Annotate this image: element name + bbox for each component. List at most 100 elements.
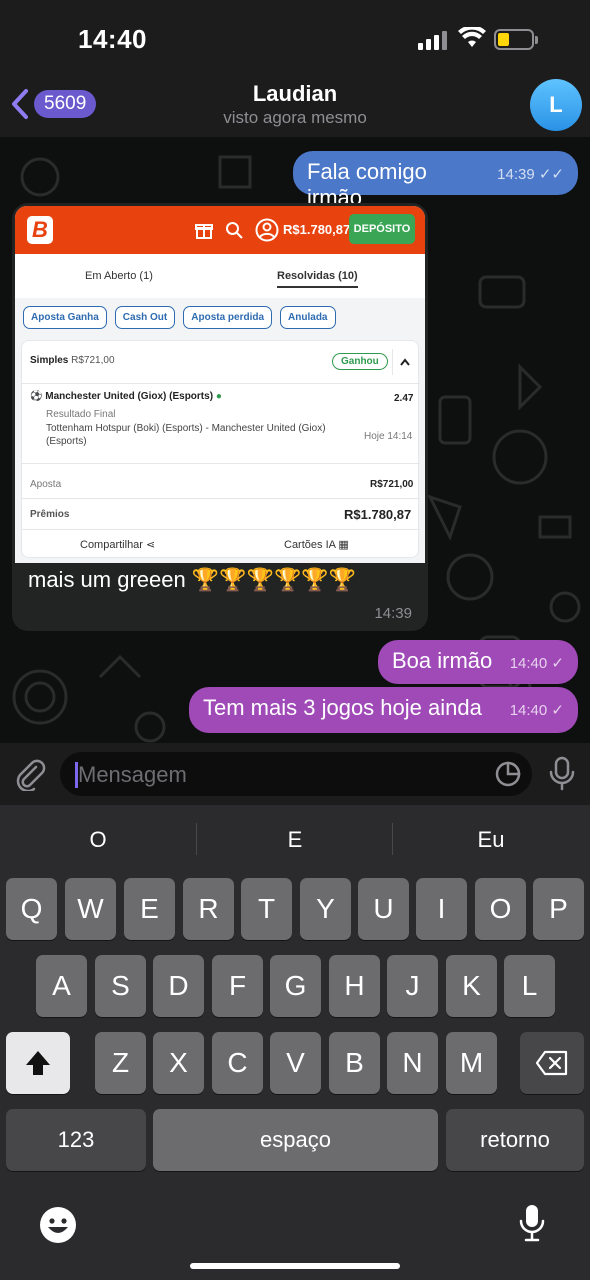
shift-arrow-icon	[26, 1051, 50, 1075]
key-b[interactable]: B	[329, 1032, 380, 1094]
bet-inline-amount: R$721,00	[71, 355, 115, 366]
key-h[interactable]: H	[329, 955, 380, 1017]
filter-chips: Aposta Ganha Cash Out Aposta perdida Anu…	[23, 306, 336, 329]
key-t[interactable]: T	[241, 878, 292, 940]
message-caption: mais um greeen 🏆🏆🏆🏆🏆🏆	[28, 567, 357, 592]
key-z[interactable]: Z	[95, 1032, 146, 1094]
grid-icon: ▦	[338, 539, 349, 551]
paperclip-icon[interactable]	[14, 757, 46, 791]
deposit-button: DEPÓSITO	[349, 214, 415, 244]
collapse-control	[392, 349, 416, 375]
selection-name: Manchester United (Giox) (Esports)	[45, 391, 214, 402]
key-y[interactable]: Y	[300, 878, 351, 940]
microphone-icon[interactable]	[548, 756, 576, 792]
wifi-icon	[458, 27, 486, 47]
emoji-icon[interactable]	[38, 1205, 78, 1245]
dictation-mic-icon[interactable]	[518, 1203, 546, 1243]
key-g[interactable]: G	[270, 955, 321, 1017]
chat-header: 5609 Laudian visto agora mesmo L	[0, 75, 590, 137]
key-n[interactable]: N	[387, 1032, 438, 1094]
outgoing-message[interactable]: Tem mais 3 jogos hoje ainda 14:40 ✓	[189, 687, 578, 733]
check-circle-icon: ●	[215, 391, 222, 402]
share-link: Compartilhar ⋖	[80, 539, 156, 551]
status-badge: Ganhou	[332, 353, 388, 370]
key-v[interactable]: V	[270, 1032, 321, 1094]
message-time: 14:40 ✓	[509, 702, 564, 719]
odds-value: 2.47	[394, 393, 414, 404]
bet-screenshot-image[interactable]: B R$1.780,87 DEPÓSITO Em Aberto (1) Reso…	[15, 206, 425, 563]
key-x[interactable]: X	[153, 1032, 204, 1094]
balance-value: R$1.780,87	[283, 222, 351, 237]
backspace-key[interactable]	[520, 1032, 584, 1094]
chip-won: Aposta Ganha	[23, 306, 107, 329]
prize-value: R$1.780,87	[344, 507, 412, 522]
chip-cashout: Cash Out	[114, 306, 176, 329]
message-time: 14:39	[374, 605, 412, 622]
suggestion-2[interactable]: E	[197, 827, 393, 853]
outgoing-message[interactable]: Fala comigo irmão 14:39 ✓✓	[293, 151, 578, 210]
last-seen-status: visto agora mesmo	[223, 108, 367, 127]
message-time: 14:40 ✓	[509, 655, 564, 672]
avatar[interactable]: L	[530, 79, 582, 131]
message-input[interactable]: Mensagem	[60, 752, 532, 796]
ai-cards-link: Cartões IA ▦	[284, 539, 349, 551]
soccer-ball-icon: ⚽	[30, 391, 43, 402]
backspace-icon	[535, 1050, 568, 1076]
key-c[interactable]: C	[212, 1032, 263, 1094]
key-m[interactable]: M	[446, 1032, 497, 1094]
status-time: 14:40	[78, 24, 147, 54]
keyboard: O E Eu Q W E R T Y U I O P A S D F G H J…	[0, 805, 590, 1280]
user-icon	[255, 218, 279, 242]
outgoing-message[interactable]: Boa irmão 14:40 ✓	[378, 640, 578, 684]
battery-icon	[494, 29, 538, 50]
match-time: Hoje 14:14	[364, 431, 413, 442]
home-indicator	[190, 1263, 400, 1269]
key-f[interactable]: F	[212, 955, 263, 1017]
key-q[interactable]: Q	[6, 878, 57, 940]
key-a[interactable]: A	[36, 955, 87, 1017]
key-d[interactable]: D	[153, 955, 204, 1017]
message-text: Boa irmão	[392, 648, 493, 673]
message-time: 14:39 ✓✓	[497, 166, 564, 183]
chip-lost: Aposta perdida	[183, 306, 273, 329]
incoming-image-message[interactable]: B R$1.780,87 DEPÓSITO Em Aberto (1) Reso…	[12, 203, 428, 631]
suggestion-bar: O E Eu	[0, 805, 590, 873]
tab-open: Em Aberto (1)	[85, 270, 153, 282]
key-k[interactable]: K	[446, 955, 497, 1017]
return-key[interactable]: retorno	[446, 1109, 584, 1171]
key-r[interactable]: R	[183, 878, 234, 940]
input-placeholder: Mensagem	[78, 762, 187, 787]
key-o[interactable]: O	[475, 878, 526, 940]
key-u[interactable]: U	[358, 878, 409, 940]
space-key[interactable]: espaço	[153, 1109, 438, 1171]
brand-logo: B	[27, 216, 53, 244]
bet-detail-panel: Simples R$721,00 Ganhou ⚽ Manchester Uni…	[21, 340, 420, 558]
key-p[interactable]: P	[533, 878, 584, 940]
key-j[interactable]: J	[387, 955, 438, 1017]
share-icon: ⋖	[146, 539, 156, 551]
key-e[interactable]: E	[124, 878, 175, 940]
key-l[interactable]: L	[504, 955, 555, 1017]
bet-tabs: Em Aberto (1) Resolvidas (10)	[15, 254, 425, 298]
match-name: Tottenham Hotspur (Boki) (Esports) - Man…	[46, 423, 326, 447]
numbers-key[interactable]: 123	[6, 1109, 146, 1171]
suggestion-3[interactable]: Eu	[393, 827, 589, 853]
shift-key[interactable]	[6, 1032, 70, 1094]
key-s[interactable]: S	[95, 955, 146, 1017]
key-i[interactable]: I	[416, 878, 467, 940]
contact-name[interactable]: Laudian	[0, 81, 590, 107]
bet-app-topbar: B R$1.780,87 DEPÓSITO	[15, 206, 425, 254]
chip-void: Anulada	[280, 306, 336, 329]
status-bar: 14:40	[0, 0, 590, 75]
search-icon	[226, 222, 243, 239]
gift-icon	[195, 224, 213, 239]
chevron-up-icon	[400, 358, 410, 366]
message-text: Tem mais 3 jogos hoje ainda	[203, 695, 482, 720]
suggestion-1[interactable]: O	[0, 827, 196, 853]
sticker-icon[interactable]	[494, 760, 522, 788]
signal-icon	[418, 30, 448, 50]
chat-area[interactable]: Fala comigo irmão 14:39 ✓✓ B R$1.780,87 …	[0, 137, 590, 747]
stake-label: Aposta	[30, 479, 62, 490]
key-w[interactable]: W	[65, 878, 116, 940]
message-composer: Mensagem	[0, 743, 590, 805]
